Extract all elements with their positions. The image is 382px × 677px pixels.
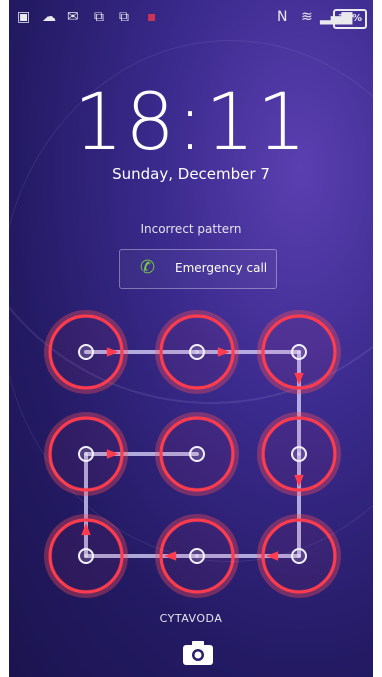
pattern-node-9[interactable]	[257, 514, 341, 598]
owner-info: CYTAVODA	[159, 612, 223, 625]
wifi-icon: ≋	[301, 9, 313, 25]
pattern-lock-grid[interactable]	[9, 300, 373, 600]
clock-time: 18:11	[73, 78, 309, 168]
cloud-upload-icon: ☁	[42, 9, 56, 25]
pattern-node-6[interactable]	[257, 412, 341, 496]
pattern-node-2[interactable]	[155, 310, 239, 394]
pattern-direction-arrow	[106, 347, 119, 357]
pattern-node-4[interactable]	[44, 412, 128, 496]
image-icon: ▣	[17, 9, 31, 25]
emergency-call-label: Emergency call	[175, 261, 268, 275]
pattern-node-7[interactable]	[44, 514, 128, 598]
camera-icon[interactable]	[182, 640, 214, 666]
nfc-icon: N	[277, 9, 288, 25]
app-icon: ▪	[147, 9, 157, 25]
clock-date: Sunday, December 7	[112, 165, 270, 183]
pattern-status-message: Incorrect pattern	[140, 222, 242, 236]
emergency-call-button[interactable]: ✆ Emergency call	[119, 249, 277, 289]
pattern-direction-arrow	[294, 474, 304, 487]
gmail-icon: ✉	[67, 9, 79, 25]
battery-indicator: 39%	[333, 9, 367, 29]
pattern-direction-arrow	[294, 372, 304, 385]
screen-icon: ⧉	[94, 9, 104, 25]
phone-icon: ✆	[140, 257, 156, 278]
lock-screen: ▣ ☁ ✉ ⧉ ⧉ ▪ N ≋ ▂▄▆ 39% 18:11 Sunday, De…	[9, 0, 373, 677]
pattern-node-3[interactable]	[257, 310, 341, 394]
pattern-direction-arrow	[217, 347, 230, 357]
pattern-direction-arrow	[106, 449, 119, 459]
screen-icon: ⧉	[119, 9, 129, 25]
pattern-node-1[interactable]	[44, 310, 128, 394]
pattern-node-5[interactable]	[155, 412, 239, 496]
pattern-node-8[interactable]	[155, 514, 239, 598]
status-bar: ▣ ☁ ✉ ⧉ ⧉ ▪ N ≋ ▂▄▆ 39%	[9, 0, 373, 38]
